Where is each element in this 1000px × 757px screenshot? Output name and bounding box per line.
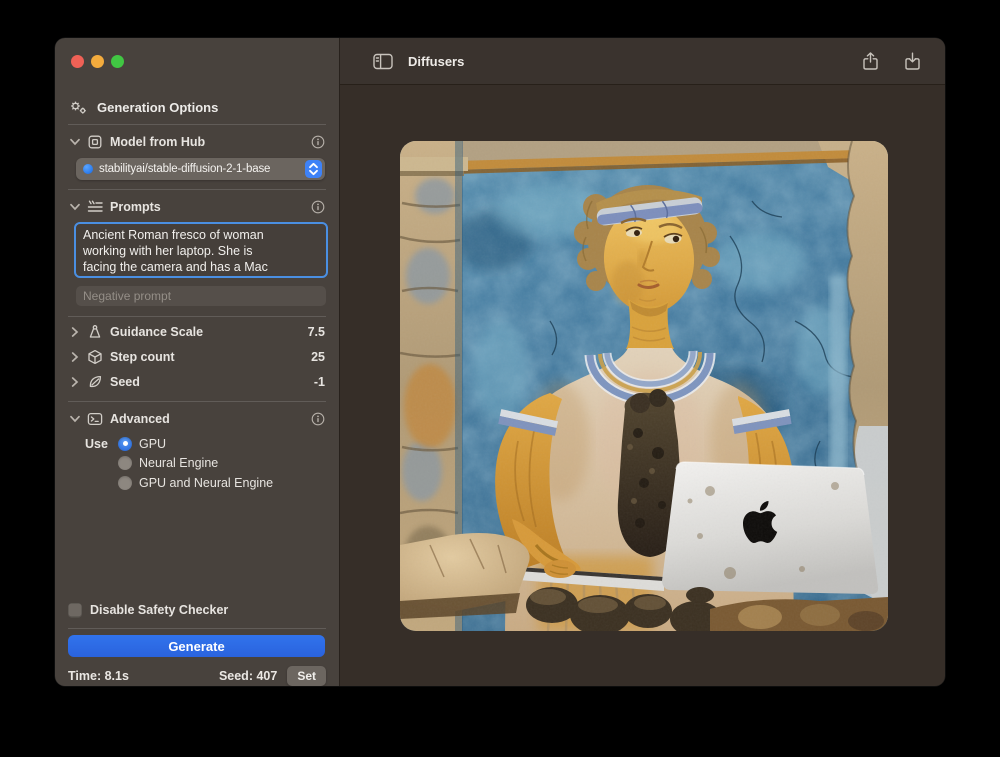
guidance-scale-row[interactable]: Guidance Scale 7.5 <box>69 321 325 342</box>
generated-image[interactable] <box>400 141 888 631</box>
window-controls <box>55 38 339 68</box>
model-section-label: Model from Hub <box>110 135 205 149</box>
negative-prompt-input[interactable] <box>76 286 326 306</box>
cube-icon <box>87 349 103 365</box>
step-count-value: 25 <box>311 350 325 364</box>
seed-label: Seed <box>110 375 140 389</box>
seed-row[interactable]: Seed -1 <box>69 371 325 392</box>
text-quote-icon <box>87 199 103 215</box>
leaf-icon <box>87 374 103 390</box>
radio-option-gpu-and-neural-engine[interactable]: GPU and Neural Engine <box>85 475 325 490</box>
info-icon[interactable] <box>311 200 325 214</box>
model-section-row[interactable]: Model from Hub <box>69 132 325 152</box>
radio-button[interactable] <box>118 476 132 490</box>
main-panel: Diffusers <box>340 38 945 686</box>
image-canvas <box>340 85 945 686</box>
chevron-down-icon[interactable] <box>69 415 80 423</box>
radio-button[interactable] <box>118 456 132 470</box>
app-window: Generation Options Model from Hub stabil… <box>55 38 945 686</box>
terminal-icon <box>87 411 103 427</box>
safety-checkbox-label: Disable Safety Checker <box>90 603 228 617</box>
seed-value: -1 <box>314 375 325 389</box>
step-count-label: Step count <box>110 350 175 364</box>
result-seed: Seed: 407 <box>219 669 277 683</box>
step-count-row[interactable]: Step count 25 <box>69 346 325 367</box>
set-seed-button[interactable]: Set <box>287 666 326 686</box>
scale-weight-icon <box>87 324 103 340</box>
chevron-down-icon[interactable] <box>69 138 80 146</box>
titlebar: Diffusers <box>340 38 945 85</box>
save-image-button[interactable] <box>899 48 925 74</box>
prompt-input[interactable]: Ancient Roman fresco of woman working wi… <box>76 224 326 276</box>
divider <box>68 401 326 402</box>
share-button[interactable] <box>857 48 883 74</box>
chevron-right-icon[interactable] <box>69 377 80 387</box>
prompts-section-label: Prompts <box>110 200 161 214</box>
zoom-window-button[interactable] <box>111 55 124 68</box>
chevron-right-icon[interactable] <box>69 352 80 362</box>
gears-icon <box>69 100 88 115</box>
dropdown-stepper-icon[interactable] <box>305 160 322 178</box>
radio-button[interactable] <box>118 437 132 451</box>
radio-option-gpu[interactable]: Use GPU <box>85 436 325 451</box>
generation-time: Time: 8.1s <box>68 669 129 683</box>
toggle-sidebar-button[interactable] <box>370 48 396 74</box>
guidance-scale-label: Guidance Scale <box>110 325 203 339</box>
compute-unit-radio-group: Use GPU Neural Engine GPU and Neural Eng… <box>85 436 325 490</box>
divider <box>68 628 326 629</box>
cpu-icon <box>87 134 103 150</box>
safety-checkbox[interactable] <box>68 603 82 617</box>
radio-option-neural-engine[interactable]: Neural Engine <box>85 456 325 471</box>
generate-button[interactable]: Generate <box>68 635 325 657</box>
safety-checker-row[interactable]: Disable Safety Checker <box>68 600 325 620</box>
window-title: Diffusers <box>408 54 464 69</box>
model-dropdown-value: stabilityai/stable-diffusion-2-1-base <box>99 163 299 175</box>
advanced-section-row[interactable]: Advanced <box>69 409 325 429</box>
divider <box>68 316 326 317</box>
model-status-dot-icon <box>83 164 93 174</box>
close-window-button[interactable] <box>71 55 84 68</box>
chevron-right-icon[interactable] <box>69 327 80 337</box>
divider <box>68 124 326 125</box>
chevron-down-icon[interactable] <box>69 203 80 211</box>
advanced-section-label: Advanced <box>110 412 170 426</box>
guidance-scale-value: 7.5 <box>308 325 325 339</box>
prompts-section-row[interactable]: Prompts <box>69 197 325 217</box>
sidebar-title: Generation Options <box>97 100 218 115</box>
status-bar: Time: 8.1s Seed: 407 Set <box>68 666 326 686</box>
model-dropdown[interactable]: stabilityai/stable-diffusion-2-1-base <box>76 158 325 180</box>
use-label: Use <box>85 437 111 451</box>
minimize-window-button[interactable] <box>91 55 104 68</box>
info-icon[interactable] <box>311 412 325 426</box>
info-icon[interactable] <box>311 135 325 149</box>
divider <box>68 189 326 190</box>
generation-options-header: Generation Options <box>69 100 325 115</box>
sidebar: Generation Options Model from Hub stabil… <box>55 38 340 686</box>
